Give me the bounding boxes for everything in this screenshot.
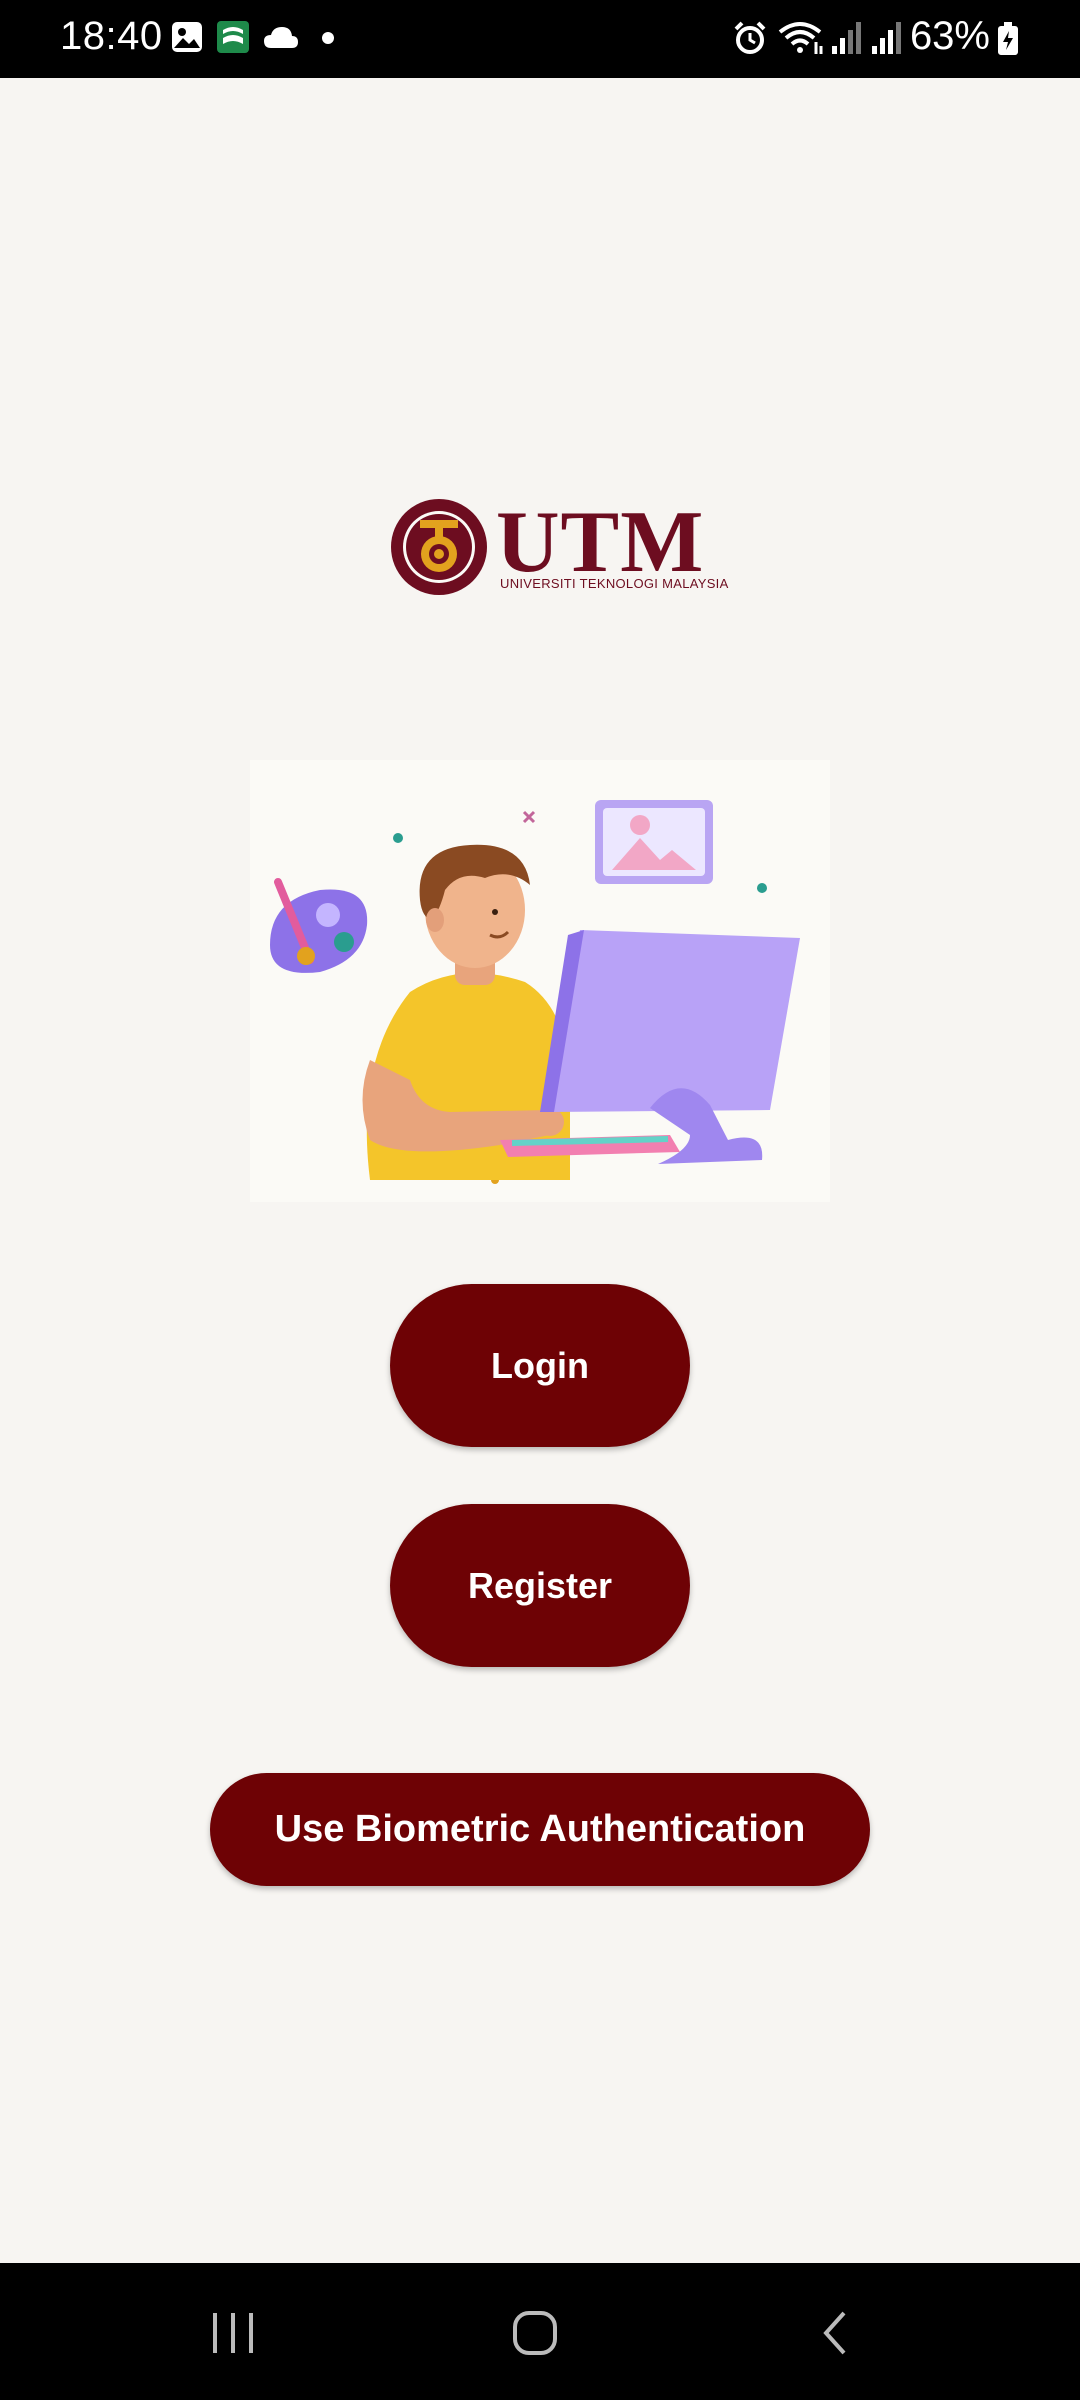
person-at-computer-illustration [250, 760, 830, 1202]
logo-subtitle: UNIVERSITI TEKNOLOGI MALAYSIA [500, 576, 729, 591]
signal-icon [832, 22, 861, 54]
alarm-icon [734, 21, 766, 54]
battery-icon [998, 22, 1018, 55]
utm-seal-icon [391, 499, 487, 595]
home-icon[interactable] [505, 2303, 565, 2363]
signal-icon [872, 22, 901, 54]
utm-logo: UTM UNIVERSITI TEKNOLOGI MALAYSIA [390, 494, 728, 596]
back-icon[interactable] [808, 2303, 868, 2363]
register-button[interactable]: Register [390, 1504, 690, 1667]
navigation-bar [0, 2263, 1080, 2400]
app-icon [217, 21, 249, 53]
status-bar: 18:40 63% [0, 0, 1080, 78]
illustration-art [270, 800, 800, 1184]
recent-apps-icon[interactable] [203, 2303, 263, 2363]
battery-percent: 63% [909, 14, 990, 58]
login-button[interactable]: Login [390, 1284, 690, 1447]
wifi-icon [778, 22, 823, 54]
biometric-auth-button[interactable]: Use Biometric Authentication [210, 1773, 870, 1886]
cloud-icon [264, 27, 298, 48]
dot-icon [322, 32, 334, 44]
status-time: 18:40 [60, 14, 163, 58]
gallery-icon [172, 22, 202, 52]
screen: 18:40 63% UTM UNIVERSITI TEKNOLOGI MALAY… [0, 0, 1080, 2400]
